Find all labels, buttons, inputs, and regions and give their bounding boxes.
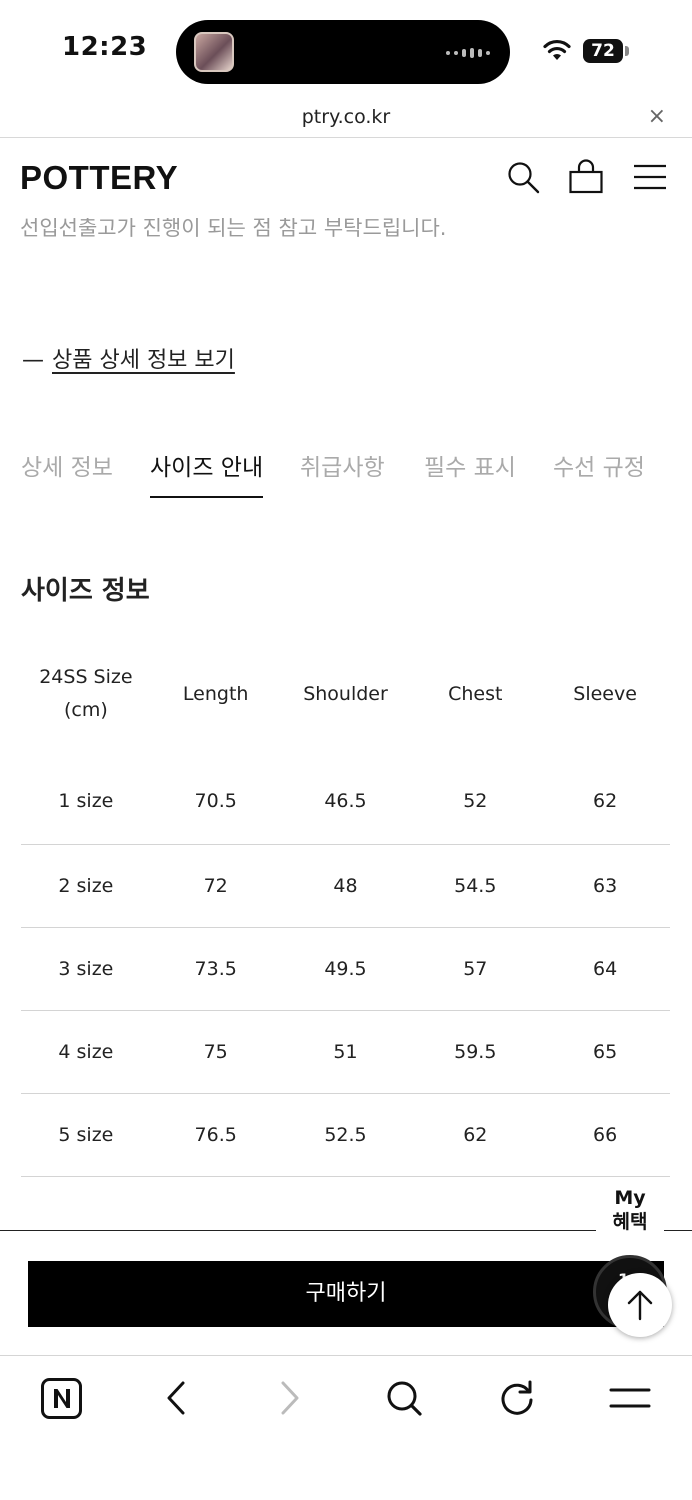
my-benefit-line1: My — [614, 1187, 646, 1209]
table-cell: 66 — [540, 1093, 670, 1177]
battery-nub — [625, 46, 629, 56]
menu-icon[interactable] — [608, 1376, 652, 1420]
section-title: 사이즈 정보 — [21, 576, 150, 606]
table-row: 1 size 70.5 46.5 52 62 — [21, 740, 670, 845]
table-cell: 64 — [540, 927, 670, 1011]
table-cell: 75 — [150, 1010, 281, 1094]
site-header: POTTERY — [0, 139, 692, 219]
table-cell: 76.5 — [150, 1093, 281, 1177]
close-icon[interactable]: × — [648, 104, 666, 129]
status-bar: 12:23 72 — [0, 0, 692, 100]
header-size-label: 24SS Size — [39, 666, 133, 688]
arrow-up-icon — [627, 1290, 653, 1321]
search-icon[interactable] — [382, 1376, 426, 1420]
tab-care[interactable]: 취급사항 — [300, 448, 385, 482]
table-cell: 49.5 — [280, 927, 411, 1011]
browser-toolbar — [0, 1355, 692, 1500]
dynamic-island[interactable] — [176, 20, 510, 84]
scroll-top-button[interactable] — [608, 1273, 672, 1337]
naver-n-icon[interactable] — [40, 1376, 84, 1420]
product-detail-link[interactable]: 상품 상세 정보 보기 — [52, 348, 235, 373]
bottom-divider — [0, 1230, 692, 1231]
table-cell: 63 — [540, 844, 670, 928]
table-cell: 72 — [150, 844, 281, 928]
table-cell: 73.5 — [150, 927, 281, 1011]
wifi-icon — [543, 39, 571, 60]
now-playing-thumbnail — [194, 32, 234, 72]
table-cell: 59.5 — [410, 1010, 541, 1094]
table-header: Sleeve — [573, 682, 637, 705]
table-cell: 1 size — [21, 740, 151, 845]
info-tabs: 상세 정보 사이즈 안내 취급사항 필수 표시 수선 규정 — [0, 448, 692, 502]
url-bar[interactable]: ptry.co.kr × — [0, 100, 692, 138]
bag-icon[interactable] — [568, 159, 604, 195]
table-row: 5 size 76.5 52.5 62 66 — [21, 1093, 670, 1177]
table-cell: 54.5 — [410, 844, 541, 928]
table-row: 2 size 72 48 54.5 63 — [21, 844, 670, 928]
table-header-row: 24SS Size (cm) Length Shoulder Chest Slee… — [21, 648, 670, 740]
product-detail-link-row: — 상품 상세 정보 보기 — [22, 342, 235, 374]
tab-repair-policy[interactable]: 수선 규정 — [553, 448, 645, 482]
tab-required-labels[interactable]: 필수 표시 — [424, 448, 516, 482]
battery-icon: 72 — [583, 39, 623, 63]
refresh-icon[interactable] — [495, 1376, 539, 1420]
table-cell: 4 size — [21, 1010, 151, 1094]
forward-icon[interactable] — [268, 1376, 312, 1420]
table-cell: 52.5 — [280, 1093, 411, 1177]
table-row: 4 size 75 51 59.5 65 — [21, 1010, 670, 1094]
table-cell: 2 size — [21, 844, 151, 928]
header-unit-label: (cm) — [64, 699, 108, 721]
table-header-size: 24SS Size (cm) — [21, 648, 151, 740]
table-row: 3 size 73.5 49.5 57 64 — [21, 927, 670, 1011]
tab-detail-info[interactable]: 상세 정보 — [21, 448, 113, 482]
table-cell: 46.5 — [280, 740, 411, 845]
menu-icon[interactable] — [632, 159, 668, 195]
site-logo[interactable]: POTTERY — [20, 159, 178, 197]
audio-wave-icon — [446, 48, 490, 58]
table-cell: 5 size — [21, 1093, 151, 1177]
buy-button[interactable]: 구매하기 — [28, 1261, 664, 1327]
table-cell: 57 — [410, 927, 541, 1011]
table-cell: 3 size — [21, 927, 151, 1011]
table-cell: 70.5 — [150, 740, 281, 845]
my-benefit-button[interactable]: My 혜택 — [596, 1186, 664, 1238]
table-header: Length — [182, 682, 249, 705]
table-cell: 62 — [410, 1093, 541, 1177]
link-dash: — — [22, 348, 44, 373]
search-icon[interactable] — [505, 159, 541, 195]
status-time: 12:23 — [62, 32, 148, 62]
back-icon[interactable] — [154, 1376, 198, 1420]
my-benefit-line2: 혜택 — [612, 1211, 648, 1233]
table-cell: 51 — [280, 1010, 411, 1094]
size-table: 24SS Size (cm) Length Shoulder Chest Slee… — [21, 648, 670, 1177]
table-cell: 48 — [280, 844, 411, 928]
table-header: Shoulder — [303, 682, 388, 705]
table-cell: 52 — [410, 740, 541, 845]
table-cell: 62 — [540, 740, 670, 845]
url-text[interactable]: ptry.co.kr — [0, 106, 692, 128]
table-cell: 65 — [540, 1010, 670, 1094]
tab-size-guide[interactable]: 사이즈 안내 — [150, 448, 264, 498]
table-header: Chest — [448, 682, 503, 705]
